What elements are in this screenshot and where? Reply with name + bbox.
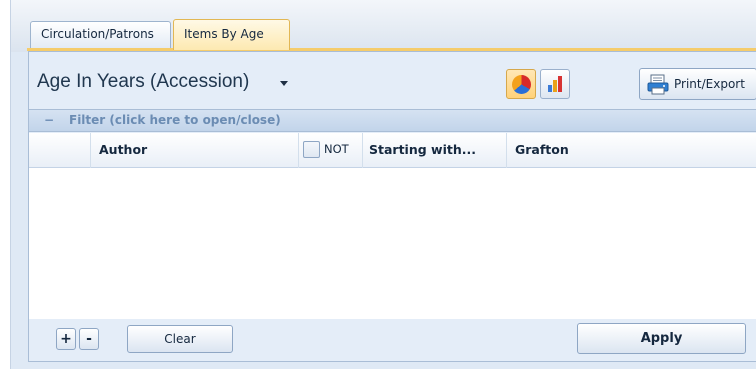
filter-toggle-bar[interactable]: − Filter (click here to open/close): [29, 109, 756, 132]
filter-grid: Author NOT Starting with... Grafton: [29, 133, 756, 319]
filter-value-cell[interactable]: Grafton: [507, 133, 756, 168]
bar-chart-button[interactable]: [540, 69, 570, 99]
pie-chart-icon: [512, 75, 531, 94]
collapse-icon: −: [44, 113, 55, 127]
tab-strip: Circulation/Patrons Items By Age: [11, 0, 756, 52]
not-label: NOT: [324, 142, 349, 156]
report-header: Age In Years (Accession) Print/Export: [29, 52, 756, 109]
filter-toggle-label: Filter (click here to open/close): [69, 113, 281, 127]
report-panel: Age In Years (Accession) Print/Export − …: [28, 51, 756, 362]
report-type-dropdown[interactable]: Age In Years (Accession): [37, 71, 249, 93]
tab-items-by-age[interactable]: Items By Age: [173, 19, 290, 50]
report-window: Circulation/Patrons Items By Age Age In …: [10, 0, 756, 369]
chevron-down-icon[interactable]: [280, 81, 288, 86]
row-indicator-cell: [29, 133, 91, 168]
clear-button[interactable]: Clear: [127, 325, 233, 353]
not-checkbox[interactable]: [303, 141, 320, 158]
remove-filter-button[interactable]: -: [79, 328, 99, 350]
filter-field-cell[interactable]: Author: [91, 133, 299, 168]
filter-operator-cell[interactable]: Starting with...: [363, 133, 507, 168]
print-export-label: Print/Export: [674, 77, 745, 91]
pie-chart-button[interactable]: [506, 69, 536, 99]
print-export-button[interactable]: Print/Export: [639, 68, 756, 100]
tab-circulation-patrons[interactable]: Circulation/Patrons: [30, 21, 171, 48]
filter-actions: + - Clear Apply: [29, 319, 756, 362]
add-filter-button[interactable]: +: [56, 328, 76, 350]
apply-button[interactable]: Apply: [577, 323, 746, 354]
printer-icon: [647, 74, 669, 95]
filter-row: Author NOT Starting with... Grafton: [29, 133, 756, 168]
